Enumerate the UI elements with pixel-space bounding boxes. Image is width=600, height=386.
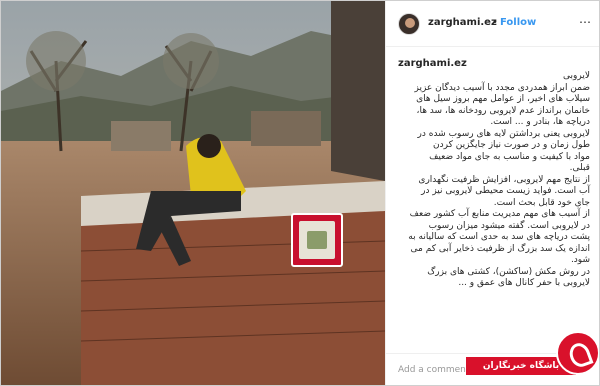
more-options-icon[interactable]: ⋯ bbox=[579, 15, 592, 29]
iran-flag-sticker bbox=[291, 213, 343, 267]
follow-button[interactable]: Follow bbox=[500, 17, 536, 28]
post-photo[interactable] bbox=[1, 1, 385, 385]
flood-scene-image bbox=[1, 1, 385, 385]
instagram-post-window: zarghami.ez • Follow ⋯ zarghami.ez لایرو… bbox=[0, 0, 600, 386]
post-side-panel: zarghami.ez • Follow ⋯ zarghami.ez لایرو… bbox=[385, 1, 599, 385]
avatar[interactable] bbox=[398, 13, 420, 35]
caption-username[interactable]: zarghami.ez bbox=[398, 58, 590, 69]
phone-logo-icon bbox=[556, 331, 599, 375]
caption-area: zarghami.ez لایروبی ضمن ابراز همدردی مجد… bbox=[386, 48, 599, 353]
post-header: zarghami.ez • Follow ⋯ bbox=[386, 1, 599, 47]
header-username[interactable]: zarghami.ez bbox=[428, 17, 497, 28]
news-agency-watermark: باشگاه خبرنگاران bbox=[466, 323, 599, 385]
caption-text: لایروبی ضمن ابراز همدردی مجدد با آسیب دی… bbox=[408, 71, 590, 288]
separator-dot: • bbox=[492, 17, 498, 28]
